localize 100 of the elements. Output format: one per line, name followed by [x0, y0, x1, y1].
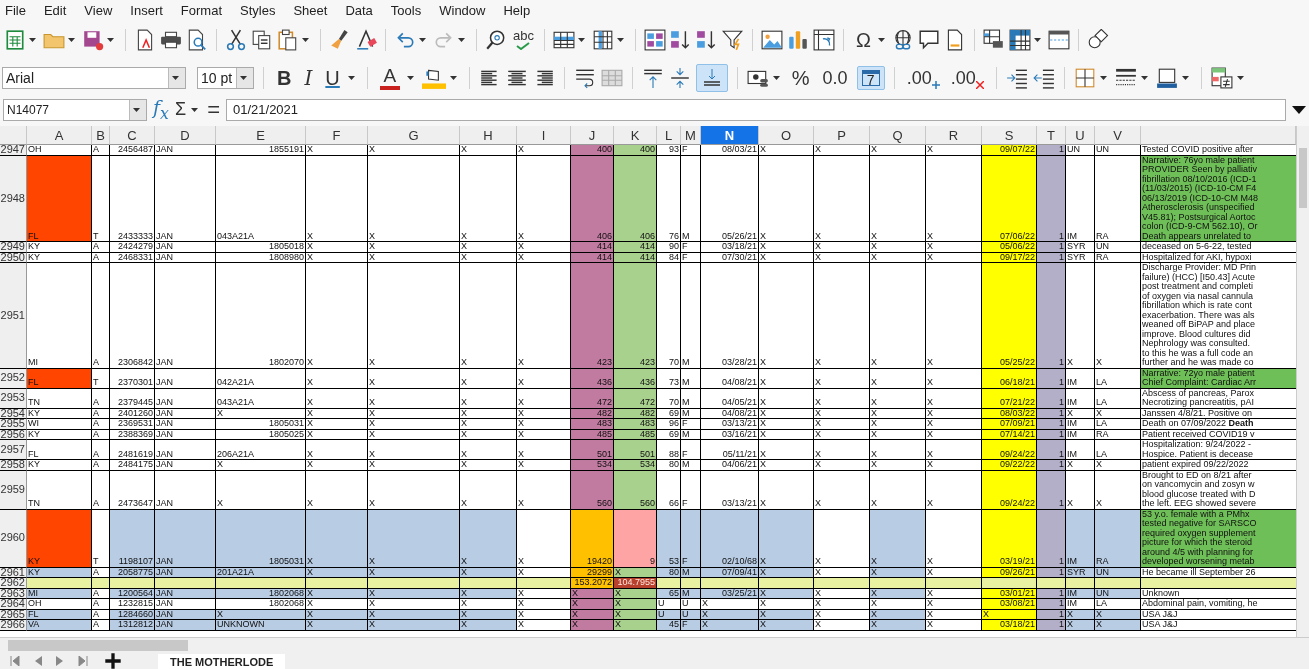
- menu-item[interactable]: Styles: [239, 2, 285, 18]
- percent-button[interactable]: %: [787, 65, 814, 91]
- bold-button[interactable]: B: [273, 65, 296, 91]
- print-preview-icon[interactable]: [186, 29, 208, 51]
- column-header[interactable]: O: [759, 126, 814, 145]
- menu-item[interactable]: Edit: [42, 2, 76, 18]
- column-header[interactable]: K: [614, 126, 657, 145]
- caret-icon[interactable]: [132, 107, 140, 112]
- column-header[interactable]: N: [701, 126, 759, 145]
- caret-icon[interactable]: [171, 76, 179, 80]
- underline-button[interactable]: U: [321, 65, 344, 91]
- clipboard-icon[interactable]: [277, 29, 299, 51]
- spelling-button[interactable]: abc: [511, 28, 536, 52]
- special-character-button[interactable]: Ω: [851, 27, 875, 53]
- row-header[interactable]: 2963: [0, 588, 27, 599]
- caret-icon[interactable]: [1236, 76, 1244, 80]
- row-header[interactable]: 2964: [0, 599, 27, 610]
- caret-icon[interactable]: [1099, 76, 1107, 80]
- highlight-icon[interactable]: [421, 67, 446, 89]
- indent-decrease-icon[interactable]: [1032, 67, 1055, 89]
- sort-descending-icon[interactable]: [695, 29, 718, 51]
- function-wizard-button[interactable]: f$_{x}$: [153, 96, 169, 123]
- menu-item[interactable]: Insert: [129, 2, 172, 18]
- menu-item[interactable]: Format: [179, 2, 231, 18]
- column-header[interactable]: C: [110, 126, 155, 145]
- column-header[interactable]: G: [368, 126, 460, 145]
- row-header[interactable]: 2960: [0, 509, 27, 568]
- formula-button[interactable]: =: [207, 96, 220, 123]
- plus-icon[interactable]: [102, 650, 124, 669]
- sort-icon[interactable]: [643, 29, 666, 51]
- menu-item[interactable]: File: [4, 2, 35, 18]
- caret-icon[interactable]: [1033, 38, 1041, 42]
- caret-icon[interactable]: [239, 76, 247, 80]
- sort-ascending-icon[interactable]: [669, 29, 692, 51]
- number-format-button[interactable]: 0.0: [818, 65, 852, 91]
- caret-icon[interactable]: [406, 76, 414, 80]
- row-header[interactable]: 2948: [0, 155, 27, 242]
- next-sheet-icon[interactable]: [56, 656, 64, 666]
- menu-item[interactable]: Tools: [389, 2, 431, 18]
- menu-item[interactable]: Data: [344, 2, 382, 18]
- row-header[interactable]: 2955: [0, 419, 27, 430]
- merge-cells-icon[interactable]: [600, 67, 623, 89]
- column-header[interactable]: J: [571, 126, 614, 145]
- column-header[interactable]: I: [517, 126, 571, 145]
- caret-icon[interactable]: [419, 38, 426, 42]
- row-header[interactable]: 2953: [0, 388, 27, 409]
- column-header[interactable]: V: [1095, 126, 1141, 145]
- column-header[interactable]: B: [92, 126, 110, 145]
- column-header[interactable]: M: [681, 126, 701, 145]
- column-header[interactable]: A: [27, 126, 92, 145]
- align-middle-icon[interactable]: [668, 67, 691, 89]
- shapes-icon[interactable]: [1086, 29, 1109, 51]
- speech-bubble-icon[interactable]: [917, 29, 940, 51]
- caret-icon[interactable]: [347, 76, 355, 80]
- eraser-icon[interactable]: [355, 29, 377, 51]
- caret-icon[interactable]: [449, 76, 457, 80]
- menu-item[interactable]: Help: [502, 2, 540, 18]
- caret-icon[interactable]: [1181, 76, 1189, 80]
- filter-icon[interactable]: [721, 29, 744, 51]
- row-header[interactable]: 2952: [0, 368, 27, 389]
- formula-input-field[interactable]: 01/21/2021: [226, 98, 1286, 121]
- pivot-table-icon[interactable]: [812, 29, 835, 51]
- caret-icon[interactable]: [191, 107, 199, 112]
- scissors-icon[interactable]: [225, 29, 247, 51]
- font-name-field[interactable]: Arial: [2, 67, 186, 89]
- first-sheet-icon[interactable]: [10, 656, 20, 666]
- row-header[interactable]: 2958: [0, 460, 27, 471]
- column-header[interactable]: H: [460, 126, 517, 145]
- sheet-tab[interactable]: THE MOTHERLODE: [158, 653, 286, 669]
- column-header[interactable]: E: [216, 126, 306, 145]
- conditional-format-icon[interactable]: [1210, 67, 1233, 89]
- sum-button[interactable]: Σ: [175, 99, 187, 120]
- caret-icon[interactable]: [458, 38, 465, 42]
- menu-item[interactable]: Sheet: [292, 2, 337, 18]
- caret-icon[interactable]: [29, 38, 36, 42]
- row-header[interactable]: 2965: [0, 609, 27, 620]
- menu-item[interactable]: Window: [438, 2, 495, 18]
- last-sheet-icon[interactable]: [78, 656, 88, 666]
- floppy-disk-icon[interactable]: [82, 29, 104, 51]
- column-header[interactable]: S: [982, 126, 1037, 145]
- freeze-icon[interactable]: [1008, 29, 1031, 51]
- row-header[interactable]: 2959: [0, 470, 27, 510]
- horizontal-scrollbar[interactable]: [0, 637, 1309, 653]
- indent-increase-icon[interactable]: [1005, 67, 1028, 89]
- column-icon[interactable]: [591, 29, 614, 51]
- font-size-field[interactable]: 10 pt: [197, 67, 254, 89]
- caret-icon[interactable]: [68, 38, 75, 42]
- expand-formula-icon[interactable]: [1292, 105, 1306, 114]
- column-header[interactable]: D: [155, 126, 216, 145]
- italic-button[interactable]: I: [300, 65, 317, 91]
- caret-icon[interactable]: [302, 38, 309, 42]
- caret-icon[interactable]: [107, 38, 114, 42]
- bar-chart-icon[interactable]: [786, 29, 809, 51]
- column-header[interactable]: P: [814, 126, 870, 145]
- caret-icon[interactable]: [616, 38, 624, 42]
- column-header[interactable]: T: [1037, 126, 1066, 145]
- date-format-button[interactable]: 7: [856, 66, 885, 90]
- borders-icon[interactable]: [1073, 67, 1096, 89]
- align-bottom-icon[interactable]: [695, 64, 728, 92]
- border-color-icon[interactable]: [1155, 67, 1178, 89]
